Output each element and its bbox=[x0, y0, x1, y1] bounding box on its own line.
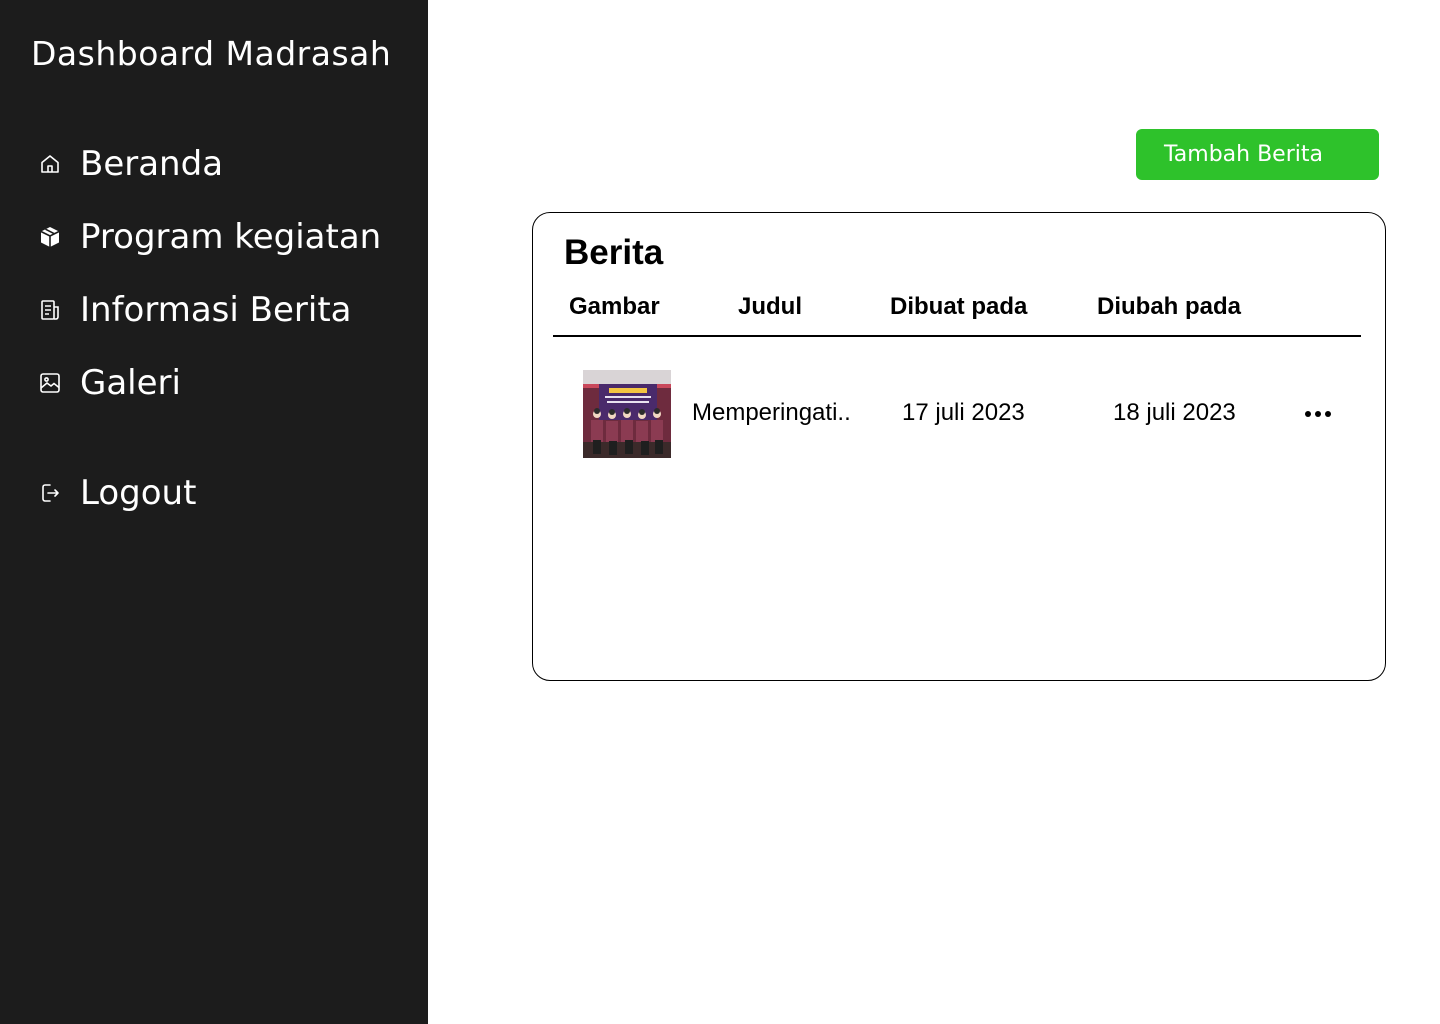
app-title: Dashboard Madrasah bbox=[31, 34, 392, 73]
sidebar-item-informasi-berita[interactable]: Informasi Berita bbox=[36, 286, 352, 334]
column-header-dibuat-pada: Dibuat pada bbox=[890, 293, 1028, 320]
logout-button[interactable]: Logout bbox=[36, 469, 196, 517]
card-title: Berita bbox=[564, 233, 664, 272]
column-header-diubah-pada: Diubah pada bbox=[1097, 293, 1242, 320]
image-icon bbox=[36, 369, 64, 397]
column-header-gambar: Gambar bbox=[569, 293, 660, 320]
menu-dot bbox=[1325, 411, 1331, 417]
sidebar-item-label: Beranda bbox=[80, 144, 224, 184]
column-header-judul: Judul bbox=[738, 293, 802, 320]
logout-label: Logout bbox=[80, 473, 197, 513]
sidebar-item-label: Informasi Berita bbox=[80, 290, 352, 330]
menu-dot bbox=[1315, 411, 1321, 417]
logout-icon bbox=[36, 479, 64, 507]
add-news-button[interactable]: Tambah Berita bbox=[1136, 129, 1379, 180]
news-table-card: Berita Gambar Judul Dibuat pada Diubah p… bbox=[532, 212, 1386, 681]
sidebar-item-label: Program kegiatan bbox=[80, 217, 382, 257]
sidebar-item-beranda[interactable]: Beranda bbox=[36, 140, 223, 188]
home-icon bbox=[36, 150, 64, 178]
news-thumbnail[interactable] bbox=[583, 370, 671, 458]
updated-date-cell: 18 juli 2023 bbox=[1113, 399, 1236, 426]
package-icon bbox=[36, 223, 64, 251]
news-icon bbox=[36, 296, 64, 324]
menu-dot bbox=[1305, 411, 1311, 417]
sidebar-item-galeri[interactable]: Galeri bbox=[36, 359, 181, 407]
created-date-cell: 17 juli 2023 bbox=[902, 399, 1025, 426]
header-divider bbox=[553, 335, 1361, 337]
sidebar: Dashboard Madrasah Beranda Program kegia… bbox=[0, 0, 428, 1024]
sidebar-item-label: Galeri bbox=[80, 363, 181, 403]
more-horizontal-icon[interactable] bbox=[1303, 409, 1333, 419]
news-title-cell: Memperingati.. bbox=[692, 399, 851, 426]
sidebar-item-program-kegiatan[interactable]: Program kegiatan bbox=[36, 213, 381, 261]
